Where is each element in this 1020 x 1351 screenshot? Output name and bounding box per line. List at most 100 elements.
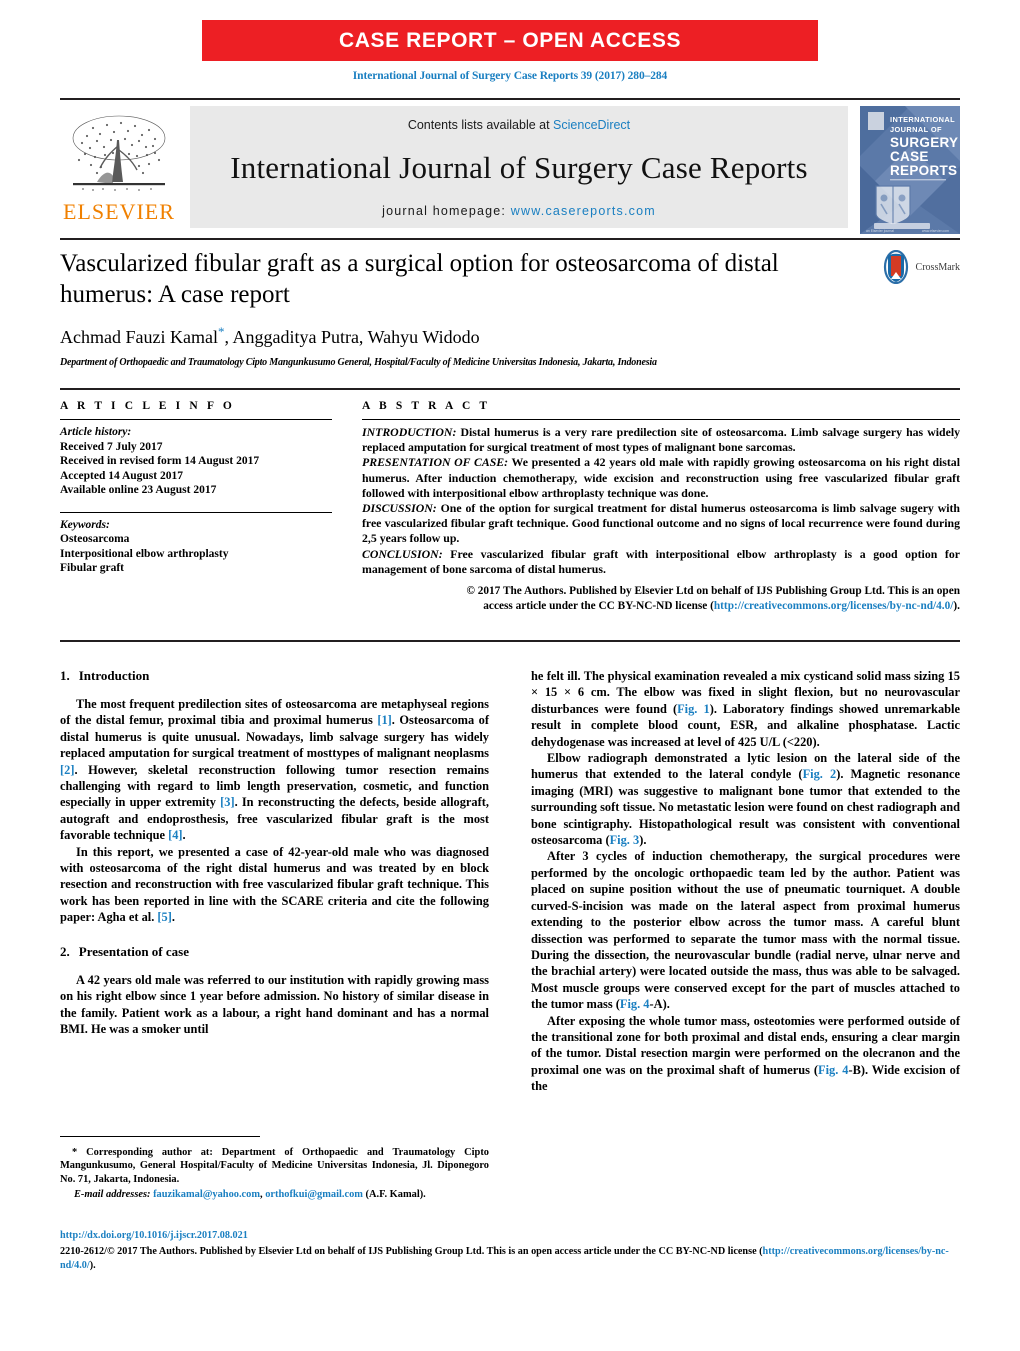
figure-link[interactable]: Fig. 4: [818, 1063, 848, 1077]
email-link-2[interactable]: orthofkui@gmail.com: [265, 1189, 363, 1200]
email-suffix: (A.F. Kamal).: [362, 1189, 426, 1201]
body-column-right: he felt ill. The physical examination re…: [531, 668, 960, 1095]
affiliation: Department of Orthopaedic and Traumatolo…: [60, 357, 657, 368]
journal-cover-image: INTERNATIONAL JOURNAL OF SURGERY CASE RE…: [860, 106, 960, 234]
masthead-center: Contents lists available at ScienceDirec…: [190, 106, 848, 228]
copyright-line-2: access article under the CC BY-NC-ND lic…: [362, 599, 960, 614]
reference-link[interactable]: [4]: [168, 828, 182, 842]
contents-available-line: Contents lists available at ScienceDirec…: [408, 118, 630, 132]
abstract-top-divider: [60, 388, 960, 390]
elsevier-logo-block: ELSEVIER: [60, 106, 178, 225]
paragraph: After 3 cycles of induction chemotherapy…: [531, 848, 960, 1012]
doi-link[interactable]: http://dx.doi.org/10.1016/j.ijscr.2017.0…: [60, 1229, 960, 1243]
license-prefix: access article under the CC BY-NC-ND lic…: [483, 600, 714, 613]
paper-page: CASE REPORT – OPEN ACCESS International …: [0, 0, 1020, 1351]
journal-homepage-line: journal homepage: www.casereports.com: [382, 204, 656, 218]
svg-text:INTERNATIONAL: INTERNATIONAL: [890, 115, 955, 124]
text-run: .: [182, 828, 186, 843]
paragraph: A 42 years old male was referred to our …: [60, 972, 489, 1036]
paragraph: In this report, we presented a case of 4…: [60, 844, 489, 926]
abstract-section-label: CONCLUSION:: [362, 546, 443, 561]
svg-text:an Elsevier journal: an Elsevier journal: [866, 229, 894, 233]
open-access-banner: CASE REPORT – OPEN ACCESS: [202, 20, 818, 61]
abstract-section-label: DISCUSSION:: [362, 501, 437, 516]
abstract-section-text: One of the option for surgical treatment…: [362, 501, 960, 546]
journal-masthead: ELSEVIER Contents lists available at Sci…: [60, 98, 960, 234]
reference-link[interactable]: [5]: [157, 910, 171, 924]
email-link-1[interactable]: fauzikamal@yahoo.com: [153, 1189, 260, 1200]
page-footer: http://dx.doi.org/10.1016/j.ijscr.2017.0…: [60, 1229, 960, 1273]
homepage-url-link[interactable]: www.casereports.com: [511, 204, 656, 218]
text-run: ).: [639, 833, 647, 848]
abstract-copyright: © 2017 The Authors. Published by Elsevie…: [362, 584, 960, 614]
author-rest: , Anggaditya Putra, Wahyu Widodo: [224, 327, 480, 347]
svg-text:REPORTS: REPORTS: [890, 163, 957, 178]
section-heading-introduction: 1. Introduction: [60, 668, 489, 684]
article-info-heading: A R T I C L E I N F O: [60, 400, 235, 412]
figure-link[interactable]: Fig. 4: [620, 997, 650, 1011]
abstract-section-label: INTRODUCTION:: [362, 425, 457, 439]
abstract-section: CONCLUSION: Free vascularized fibular gr…: [362, 547, 960, 577]
keywords-label: Keywords:: [60, 518, 110, 531]
sciencedirect-link[interactable]: ScienceDirect: [553, 118, 630, 132]
title-block: Vascularized fibular graft as a surgical…: [60, 248, 850, 368]
history-item: Available online 23 August 2017: [60, 484, 217, 496]
license-suffix: ).: [953, 600, 960, 613]
body-column-left: 1. Introduction The most frequent predile…: [60, 668, 489, 1095]
crossmark-badge[interactable]: CrossMark: [879, 250, 960, 284]
figure-link[interactable]: Fig. 3: [610, 833, 640, 847]
footnote-divider: [60, 1136, 260, 1137]
section-title: Introduction: [78, 668, 150, 683]
crossmark-icon: [883, 250, 908, 284]
text-run: After 3 cycles of induction chemotherapy…: [531, 849, 960, 1012]
article-history-label: Article history:: [60, 426, 132, 438]
email-label: E-mail addresses:: [74, 1189, 151, 1201]
copyright-line-1: © 2017 The Authors. Published by Elsevie…: [466, 585, 960, 598]
reference-link[interactable]: [2]: [60, 763, 74, 777]
svg-text:www.elsevier.com: www.elsevier.com: [922, 229, 949, 233]
banner-text: CASE REPORT – OPEN ACCESS: [338, 28, 682, 52]
journal-title: International Journal of Surgery Case Re…: [230, 150, 808, 185]
page-title: Vascularized fibular graft as a surgical…: [60, 250, 779, 308]
figure-link[interactable]: Fig. 2: [803, 767, 837, 781]
history-item: Accepted 14 August 2017: [60, 469, 183, 482]
abstract-rule: [362, 419, 960, 420]
history-item: Received in revised form 14 August 2017: [60, 455, 260, 467]
abstract-body: INTRODUCTION: Distal humerus is a very r…: [362, 425, 960, 614]
reference-link[interactable]: [3]: [220, 795, 234, 809]
paragraph: The most frequent predilection sites of …: [60, 696, 489, 844]
crossmark-label: CrossMark: [915, 261, 960, 273]
corresponding-author-note: * Corresponding author at: Department of…: [60, 1146, 489, 1186]
journal-citation-line: International Journal of Surgery Case Re…: [352, 70, 668, 82]
title-divider: [60, 238, 960, 240]
svg-text:SURGERY: SURGERY: [890, 135, 958, 150]
article-history-block: Article history: Received 7 July 2017 Re…: [60, 425, 332, 498]
abstract-section: PRESENTATION OF CASE: We presented a 42 …: [362, 455, 960, 501]
footnote-text: Corresponding author at: Department of O…: [60, 1147, 489, 1185]
paragraph: Elbow radiograph demonstrated a lytic le…: [531, 750, 960, 848]
figure-link[interactable]: Fig. 1: [677, 702, 710, 716]
footer-license-prefix: 2210-2612/© 2017 The Authors. Published …: [60, 1246, 763, 1257]
article-info-rule: [60, 419, 332, 420]
keywords-rule: [60, 511, 332, 513]
license-link[interactable]: http://creativecommons.org/licenses/by-n…: [714, 600, 954, 612]
abstract-section-text: Free vascularized fibular graft with int…: [362, 546, 960, 576]
elsevier-wordmark: ELSEVIER: [63, 199, 175, 224]
paragraph: he felt ill. The physical examination re…: [531, 668, 960, 750]
homepage-label: journal homepage:: [382, 204, 511, 218]
article-body: 1. Introduction The most frequent predile…: [60, 668, 960, 1095]
author-first: Achmad Fauzi Kamal: [60, 327, 218, 347]
svg-text:CASE: CASE: [890, 149, 929, 164]
paragraph: After exposing the whole tumor mass, ost…: [531, 1013, 960, 1095]
article-info-column: A R T I C L E I N F O Article history: R…: [60, 400, 332, 614]
keyword-item: Osteosarcoma: [60, 533, 130, 545]
email-note: E-mail addresses: fauzikamal@yahoo.com, …: [60, 1188, 489, 1201]
contents-prefix: Contents lists available at: [407, 118, 554, 132]
text-run: -A).: [649, 997, 670, 1012]
section-title: Presentation of case: [78, 943, 189, 959]
history-item: Received 7 July 2017: [60, 440, 163, 453]
abstract-column: A B S T R A C T INTRODUCTION: Distal hum…: [362, 400, 960, 614]
text-run: In this report, we presented a case of 4…: [60, 844, 489, 925]
reference-link[interactable]: [1]: [377, 713, 391, 727]
